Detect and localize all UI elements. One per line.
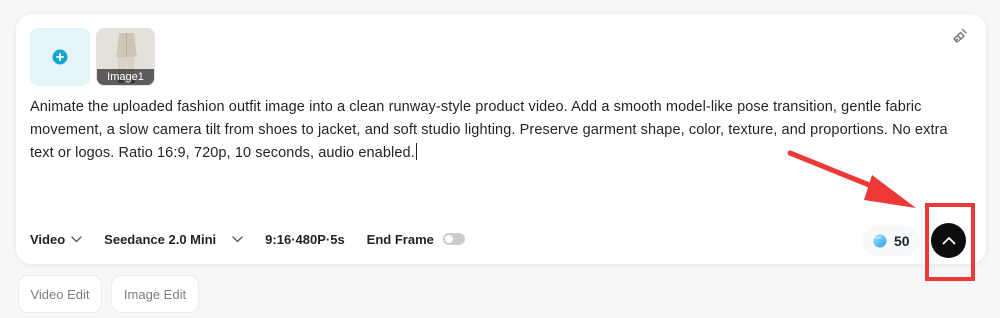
arrow-up-icon: [942, 237, 955, 245]
gem-icon: [873, 234, 887, 248]
prompt-text-area[interactable]: Animate the uploaded fashion outfit imag…: [30, 96, 950, 165]
video-edit-label: Video Edit: [30, 286, 90, 302]
add-image-button[interactable]: [30, 28, 90, 86]
clear-prompt-button[interactable]: [950, 26, 970, 46]
end-frame-label: End Frame: [366, 231, 434, 247]
image-edit-button[interactable]: Image Edit: [111, 275, 199, 313]
credits-badge: 50: [862, 226, 920, 256]
mode-label: Video: [30, 231, 66, 247]
video-edit-button[interactable]: Video Edit: [18, 275, 102, 313]
end-frame-toggle[interactable]: [442, 233, 465, 245]
uploaded-image-thumbnail[interactable]: Image1: [96, 28, 155, 86]
generation-toolbar: Video Seedance 2.0 Mini 9:16·480P·5s End…: [30, 228, 465, 250]
credits-value: 50: [894, 233, 910, 249]
broom-icon: [953, 28, 967, 43]
text-caret: [415, 143, 418, 160]
model-dropdown[interactable]: Seedance 2.0 Mini: [104, 232, 243, 247]
chevron-down-icon: [71, 235, 82, 243]
mode-dropdown[interactable]: Video: [30, 232, 82, 247]
output-settings-button[interactable]: 9:16·480P·5s: [265, 232, 345, 247]
prompt-text: Animate the uploaded fashion outfit imag…: [30, 99, 948, 161]
output-settings-label: 9:16·480P·5s: [265, 231, 345, 247]
image-label: Image1: [97, 69, 154, 85]
plus-circle-icon: [52, 49, 68, 65]
end-frame-control: End Frame: [367, 232, 465, 247]
chevron-down-icon: [232, 235, 243, 243]
send-button[interactable]: [931, 223, 966, 258]
model-label: Seedance 2.0 Mini: [104, 231, 217, 247]
image-edit-label: Image Edit: [123, 286, 187, 302]
composer-card: Image1 Animate the uploaded fashion outf…: [16, 14, 986, 264]
